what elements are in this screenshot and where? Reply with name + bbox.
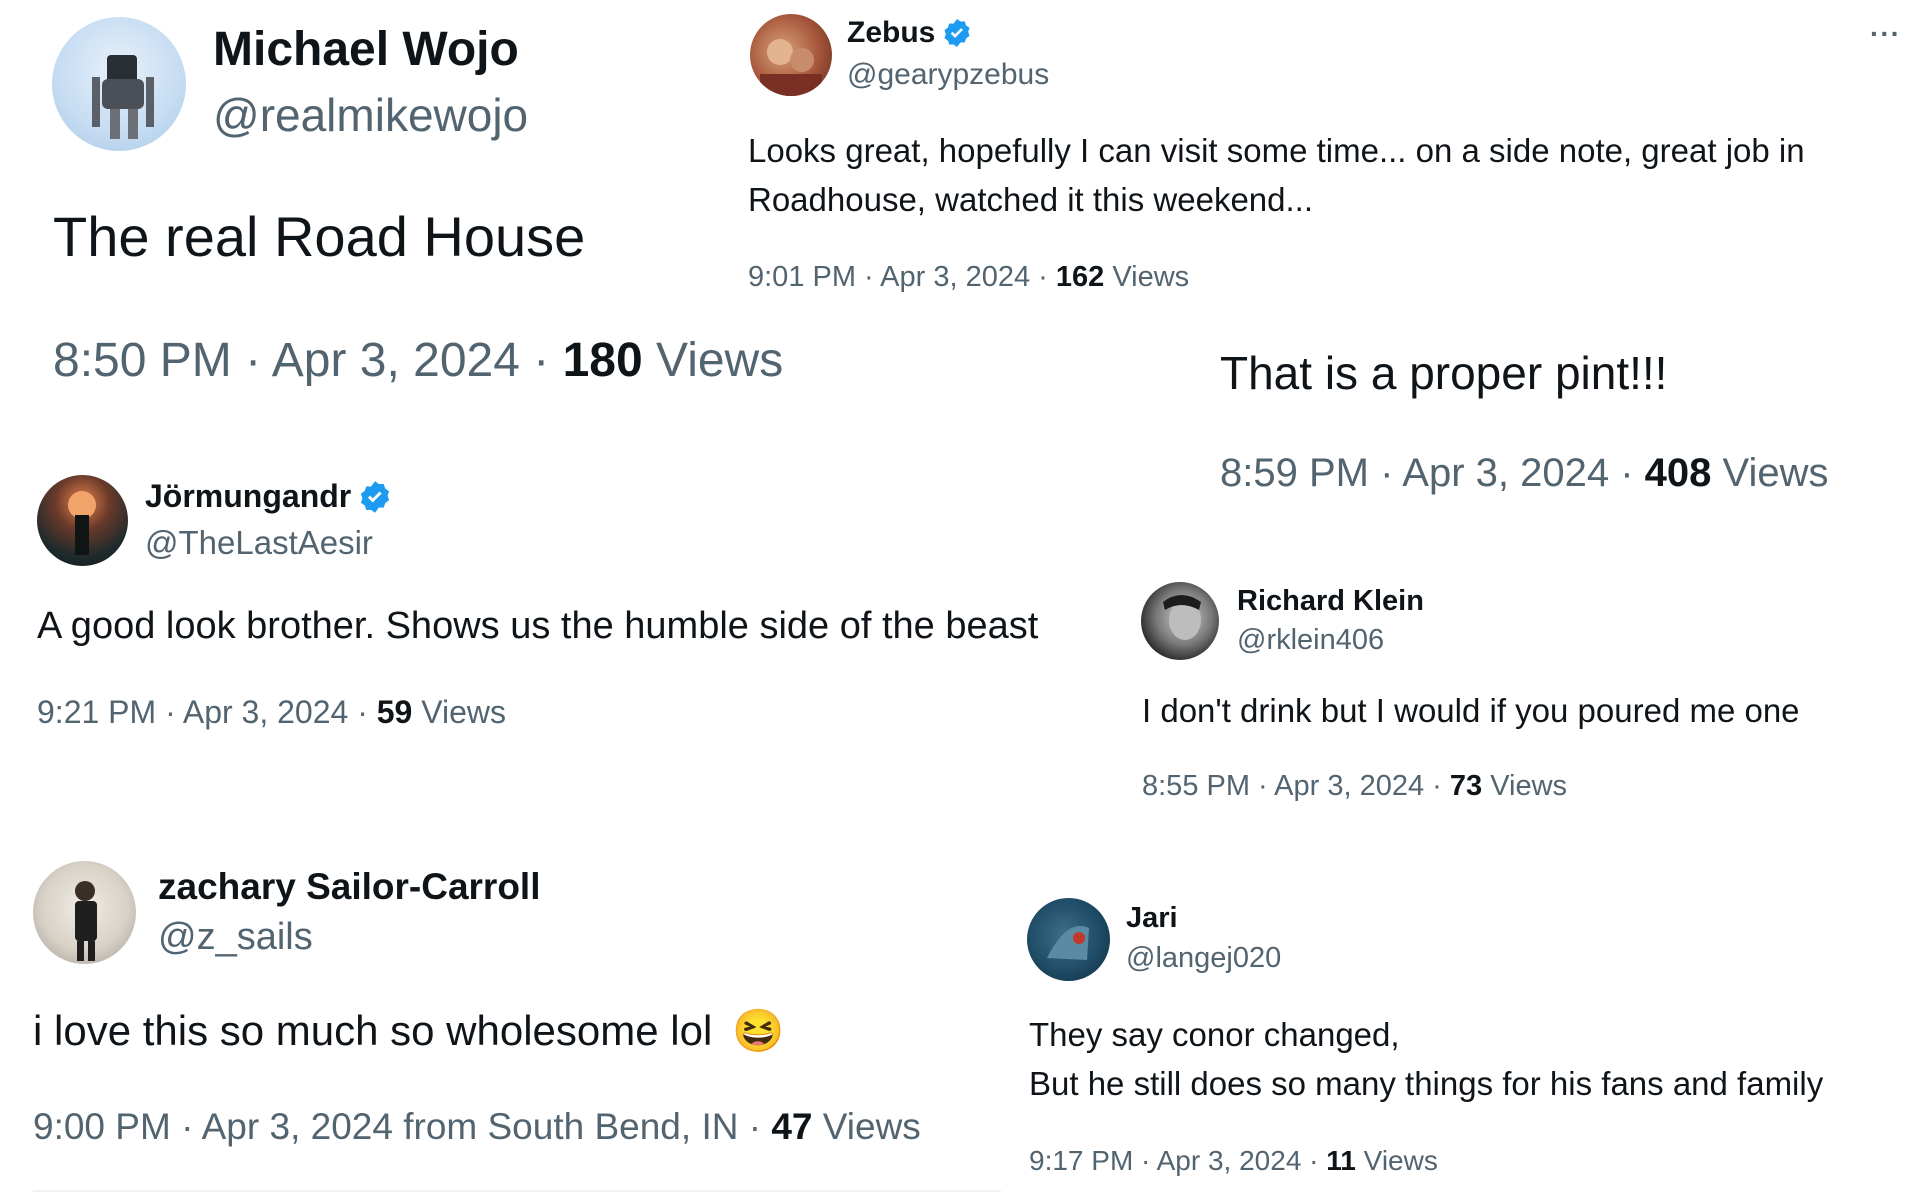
views-label: Views (1355, 1145, 1438, 1176)
tweet-meta: 9:01 PM · Apr 3, 2024 · 162 Views (748, 261, 1189, 294)
verified-badge-icon (944, 19, 970, 47)
avatar[interactable] (750, 14, 832, 96)
timestamp[interactable]: 8:59 PM · Apr 3, 2024 · (1220, 451, 1645, 495)
tweet-text: I don't drink but I would if you poured … (1142, 692, 1800, 729)
views-label: Views (642, 334, 784, 387)
tweet-text: A good look brother. Shows us the humble… (37, 605, 1039, 647)
views-label: Views (1104, 261, 1190, 293)
author-handle[interactable]: @realmikewojo (213, 88, 528, 142)
tweet-text-content: i love this so much so wholesome lol (33, 1007, 713, 1054)
author-handle[interactable]: @langej020 (1126, 942, 1281, 975)
author-handle[interactable]: @gearypzebus (847, 58, 1049, 92)
author-name[interactable]: Zebus (847, 16, 973, 50)
view-count: 47 (771, 1106, 813, 1147)
tweet-meta: 8:59 PM · Apr 3, 2024 · 408 Views (1220, 451, 1829, 496)
divider (33, 1190, 1001, 1192)
timestamp[interactable]: 9:21 PM · Apr 3, 2024 · (37, 694, 377, 730)
more-options-icon[interactable]: ··· (1870, 18, 1901, 50)
author-name[interactable]: Richard Klein (1237, 585, 1424, 618)
timestamp[interactable]: 9:01 PM · Apr 3, 2024 · (748, 261, 1056, 293)
tweet-meta: 9:00 PM · Apr 3, 2024 from South Bend, I… (33, 1106, 921, 1148)
avatar[interactable] (37, 475, 128, 566)
tweet-text: That is a proper pint!!! (1220, 347, 1668, 399)
author-name-text[interactable]: Jörmungandr (145, 478, 351, 515)
tweet-meta: 9:17 PM · Apr 3, 2024 · 11 Views (1029, 1145, 1438, 1177)
avatar[interactable] (1141, 582, 1219, 660)
avatar[interactable] (33, 861, 136, 964)
author-name[interactable]: zachary Sailor-Carroll (158, 866, 540, 908)
author-name[interactable]: Jari (1126, 902, 1178, 935)
author-handle[interactable]: @TheLastAesir (145, 524, 373, 562)
timestamp[interactable]: 9:00 PM · Apr 3, 2024 from South Bend, I… (33, 1106, 771, 1147)
tweet-meta: 8:50 PM · Apr 3, 2024 · 180 Views (53, 333, 783, 388)
tweet-text-line-2: Roadhouse, watched it this weekend... (748, 181, 1314, 218)
view-count: 11 (1326, 1145, 1356, 1176)
tweet-meta: 9:21 PM · Apr 3, 2024 · 59 Views (37, 694, 506, 731)
avatar[interactable] (1027, 898, 1110, 981)
author-name[interactable]: Jörmungandr (145, 478, 393, 515)
view-count: 162 (1055, 261, 1105, 293)
tweet-text-line-1: Looks great, hopefully I can visit some … (748, 132, 1805, 169)
view-count: 73 (1449, 770, 1483, 802)
tweet-text: i love this so much so wholesome lol 😆 (33, 1007, 784, 1056)
timestamp[interactable]: 8:55 PM · Apr 3, 2024 · (1142, 770, 1450, 802)
view-count: 59 (376, 694, 413, 730)
author-name[interactable]: Michael Wojo (213, 22, 519, 77)
grinning-squinting-face-icon: 😆 (731, 1007, 785, 1054)
verified-badge-icon (361, 480, 390, 513)
avatar[interactable] (52, 17, 186, 151)
tweet-meta: 8:55 PM · Apr 3, 2024 · 73 Views (1142, 770, 1567, 803)
author-handle[interactable]: @z_sails (158, 916, 313, 959)
views-label: Views (812, 1106, 921, 1147)
view-count: 408 (1644, 451, 1712, 495)
views-label: Views (1711, 451, 1829, 495)
view-count: 180 (562, 334, 643, 387)
views-label: Views (1482, 770, 1568, 802)
timestamp[interactable]: 8:50 PM · Apr 3, 2024 · (53, 334, 563, 387)
tweet-text: The real Road House (53, 205, 586, 268)
tweet-text-line-1: They say conor changed, (1029, 1016, 1400, 1053)
author-name-text[interactable]: Zebus (847, 16, 935, 50)
tweet-text-line-2: But he still does so many things for his… (1029, 1065, 1824, 1102)
timestamp[interactable]: 9:17 PM · Apr 3, 2024 · (1029, 1145, 1326, 1176)
author-handle[interactable]: @rklein406 (1237, 624, 1384, 657)
views-label: Views (412, 694, 506, 730)
